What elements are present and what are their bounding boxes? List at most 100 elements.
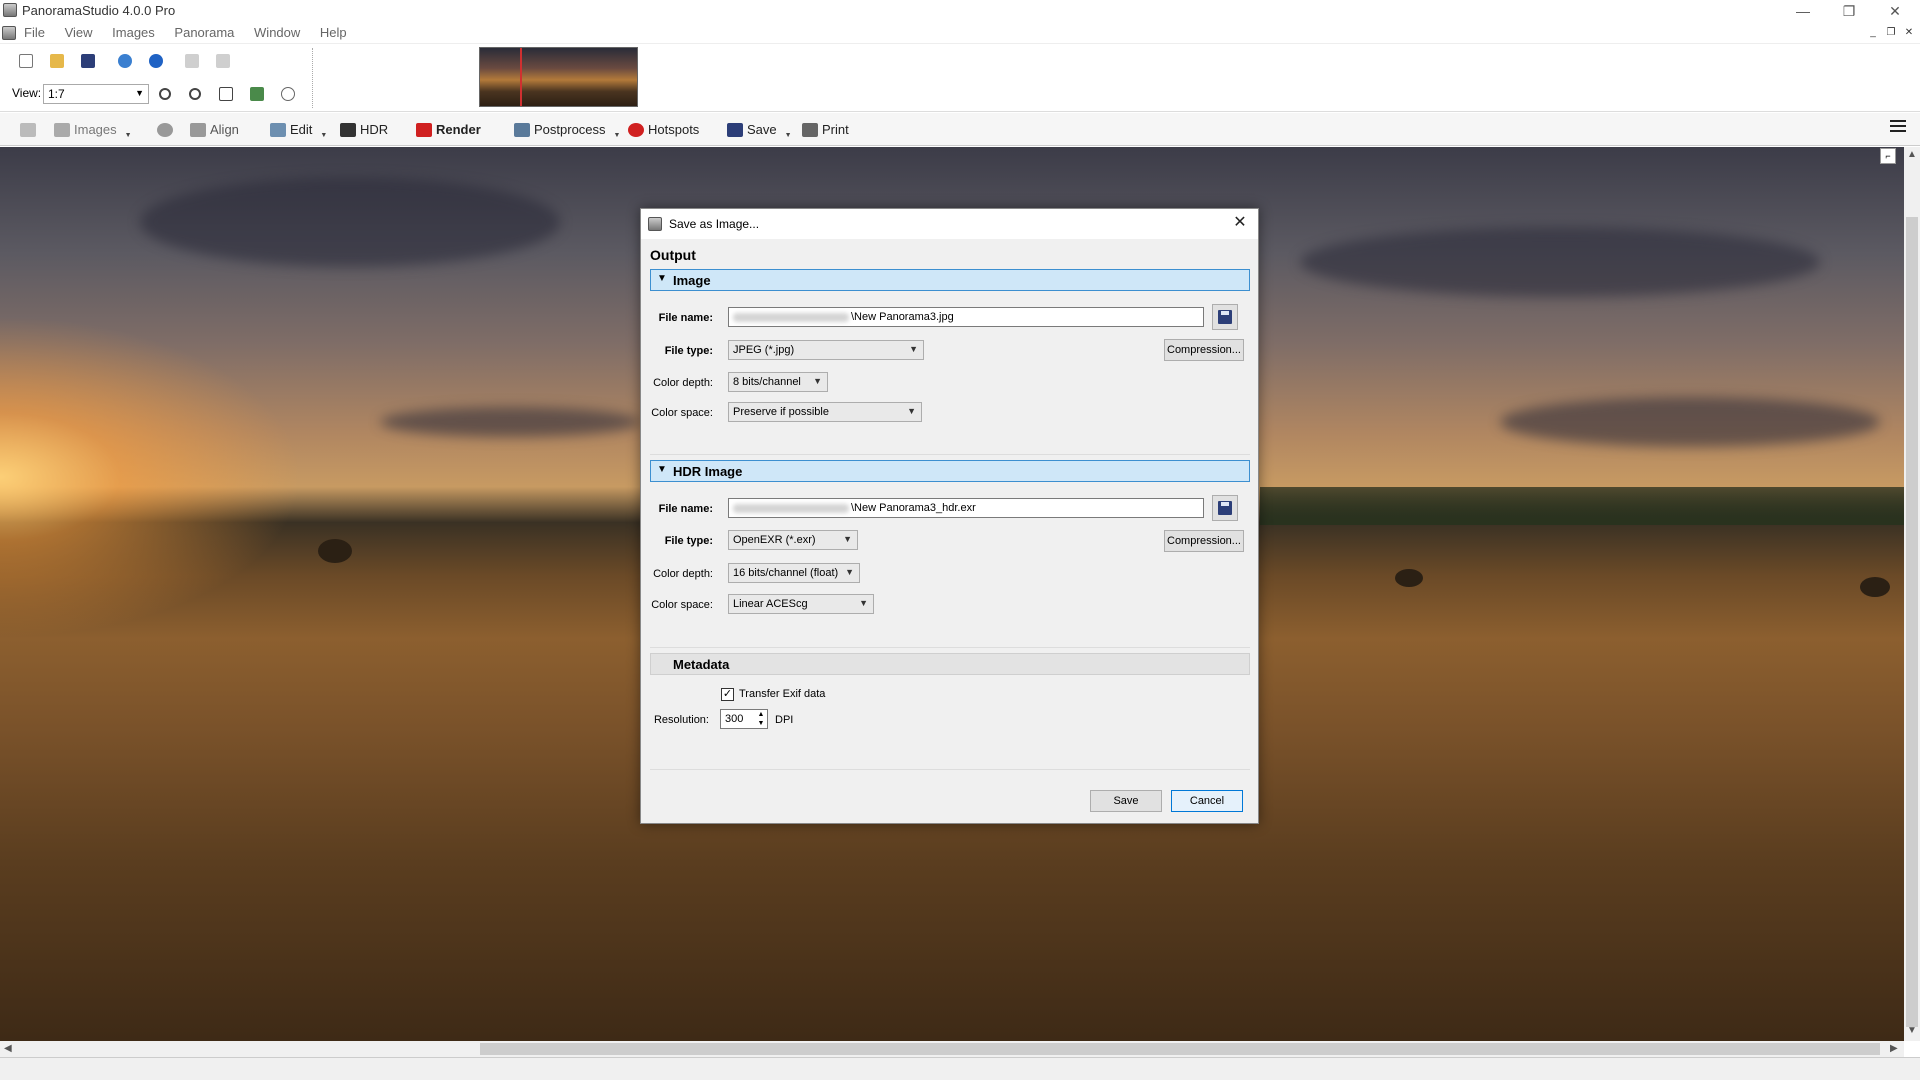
save-toolbar-button[interactable] [78,51,98,71]
hdr-file-name-label: File name: [658,503,713,515]
hotspots-icon [628,122,644,137]
dialog-close-icon[interactable]: ✕ [1228,211,1252,235]
cloud-shape [380,407,640,437]
zoom-combo[interactable]: 1:7 ▼ [43,84,149,104]
zoom-in-icon [159,88,171,100]
menu-file[interactable]: File [16,22,53,44]
workflow-sphere-button[interactable] [157,113,173,146]
menu-help[interactable]: Help [312,22,355,44]
metadata-section-title: Metadata [673,657,730,672]
menu-window[interactable]: Window [246,22,308,44]
workflow-postprocess-button[interactable]: Postprocess ▼ [514,113,620,146]
hdr-color-depth-value: 16 bits/channel (float) [733,567,839,579]
fit-window-button[interactable] [247,84,267,104]
chevron-down-icon: ▼ [657,464,667,475]
restore-button[interactable]: ❐ [1826,0,1872,22]
workflow-hotspots-button[interactable]: Hotspots [628,113,699,146]
chevron-down-icon: ▼ [859,598,868,608]
image-file-type-value: JPEG (*.jpg) [733,344,795,356]
workflow-hdr-button[interactable]: HDR [340,113,388,146]
scroll-up-icon[interactable]: ▲ [1907,149,1917,160]
image-compression-button[interactable]: Compression... [1164,339,1244,361]
spinner-arrows-icon[interactable]: ▲ ▼ [756,710,766,728]
section-divider [650,454,1250,455]
minimize-button[interactable]: — [1780,0,1826,22]
image-file-type-select[interactable]: JPEG (*.jpg) ▼ [728,340,924,360]
vertical-scrollbar[interactable]: ▲ ▼ [1904,147,1920,1041]
panorama-thumbnail[interactable] [479,47,638,107]
help-button[interactable] [146,51,166,71]
hdr-file-type-select[interactable]: OpenEXR (*.exr) ▼ [728,530,858,550]
save-button[interactable]: Save [1090,790,1162,812]
metadata-section-header[interactable]: Metadata [650,653,1250,675]
workflow-postprocess-label: Postprocess [534,122,606,137]
hdr-color-space-select[interactable]: Linear ACEScg ▼ [728,594,874,614]
zoom-out-button[interactable] [185,84,205,104]
mdi-restore-button[interactable]: ❐ [1884,26,1898,40]
hdr-section-header[interactable]: ▼ HDR Image [650,460,1250,482]
workflow-start-button[interactable] [20,113,36,146]
resolution-input[interactable]: 300 ▲ ▼ [720,709,768,729]
dialog-title-bar: Save as Image... ✕ [641,209,1258,239]
hdr-compression-button[interactable]: Compression... [1164,530,1244,552]
chevron-down-icon: ▼ [909,344,918,354]
title-bar: PanoramaStudio 4.0.0 Pro — ❐ ✕ [0,0,1920,22]
workflow-images-button[interactable]: Images ▼ [54,113,132,146]
workflow-render-button[interactable]: Render [416,113,481,146]
image-browse-button[interactable] [1212,304,1238,330]
hdr-color-space-label: Color space: [651,599,713,611]
fit-height-button[interactable] [216,84,236,104]
image-file-name-value: \New Panorama3.jpg [851,311,954,323]
workflow-print-button[interactable]: Print [802,113,849,146]
image-color-space-select[interactable]: Preserve if possible ▼ [728,402,922,422]
scroll-down-icon[interactable]: ▼ [1907,1025,1917,1036]
new-document-icon [19,54,33,68]
info-button[interactable] [115,51,135,71]
hdr-file-name-input[interactable]: \New Panorama3_hdr.exr [728,498,1204,518]
grid-button[interactable] [278,84,298,104]
cancel-button[interactable]: Cancel [1171,790,1243,812]
zoom-in-button[interactable] [155,84,175,104]
redo-button[interactable] [213,51,233,71]
tree-line [1260,487,1904,525]
toolbar-separator [312,48,313,108]
image-section-header[interactable]: ▼ Image [650,269,1250,291]
dialog-app-icon [648,217,662,231]
app-icon [3,3,17,17]
hamburger-menu-icon[interactable] [1890,120,1906,134]
menu-panorama[interactable]: Panorama [166,22,242,44]
horizontal-scrollbar[interactable]: ◀ ▶ [0,1041,1904,1057]
hdr-icon [340,122,356,137]
workflow-edit-button[interactable]: Edit ▼ [270,113,327,146]
open-button[interactable] [47,51,67,71]
menu-view[interactable]: View [57,22,101,44]
save-icon [1218,501,1232,515]
image-file-name-input[interactable]: \New Panorama3.jpg [728,307,1204,327]
horizontal-scroll-thumb[interactable] [480,1043,1880,1055]
window-title: PanoramaStudio 4.0.0 Pro [22,3,176,18]
menu-images[interactable]: Images [104,22,163,44]
dialog-title: Save as Image... [669,217,760,231]
image-file-name-label: File name: [658,312,713,324]
hdr-color-depth-select[interactable]: 16 bits/channel (float) ▼ [728,563,860,583]
redo-icon [216,54,230,68]
hdr-browse-button[interactable] [1212,495,1238,521]
undo-button[interactable] [182,51,202,71]
images-icon [54,122,70,137]
camera-icon [20,122,36,137]
new-button[interactable] [16,51,36,71]
workflow-save-button[interactable]: Save ▼ [727,113,792,146]
mdi-close-button[interactable]: ✕ [1902,26,1916,40]
mdi-minimize-button[interactable]: _ [1866,26,1880,40]
save-icon [727,122,743,137]
image-color-depth-select[interactable]: 8 bits/channel ▼ [728,372,828,392]
vertical-scroll-thumb[interactable] [1906,217,1918,1027]
navigator-toggle-button[interactable]: ⌐ [1880,148,1896,164]
scroll-right-icon[interactable]: ▶ [1890,1043,1898,1054]
chevron-down-icon: ▼ [845,567,854,577]
workflow-align-button[interactable]: Align [190,113,239,146]
transfer-exif-checkbox[interactable]: ✓ [721,688,734,701]
scroll-left-icon[interactable]: ◀ [4,1043,12,1054]
close-window-button[interactable]: ✕ [1872,0,1918,22]
image-section-title: Image [673,273,711,288]
